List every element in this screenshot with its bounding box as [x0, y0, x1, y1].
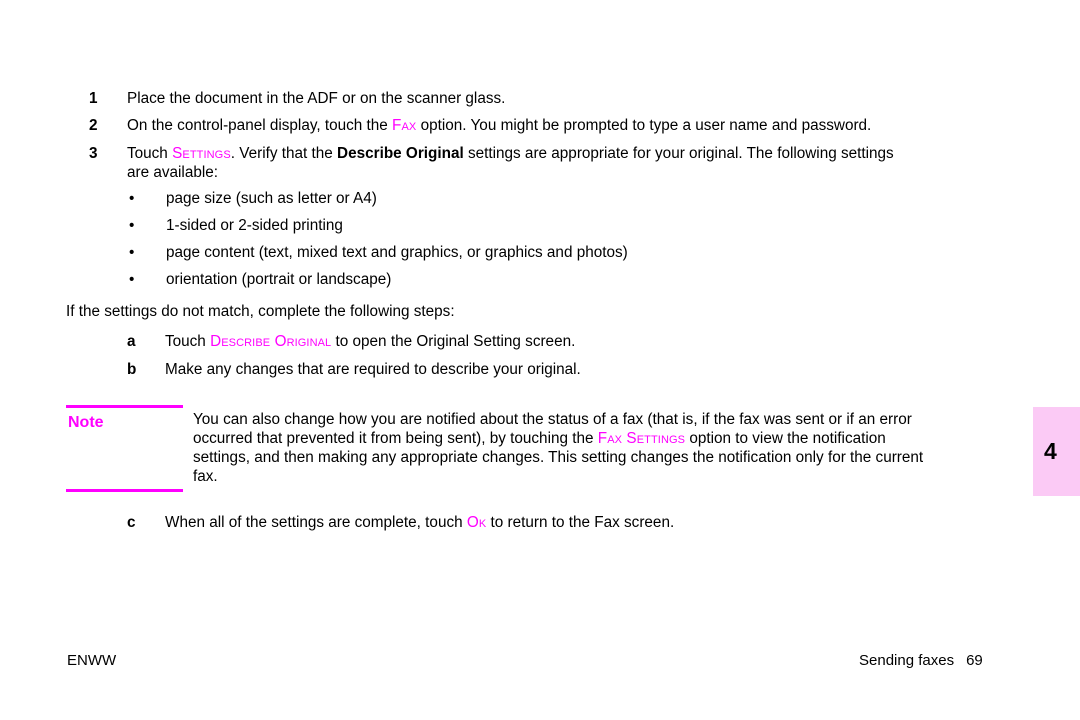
substep-c-marker: c [127, 514, 136, 531]
note-line-2: occurred that prevented it from being se… [193, 429, 1080, 448]
step-3-text-line2: are available: [127, 164, 218, 181]
list-item: • page content (text, mixed text and gra… [0, 243, 1010, 262]
fax-control-label[interactable]: Fax [392, 117, 416, 134]
settings-bullet-list: • page size (such as letter or A4) • 1-s… [0, 189, 1010, 289]
list-item: • orientation (portrait or landscape) [0, 270, 1010, 289]
substep-a: a Touch Describe Original to open the Or… [0, 332, 1080, 351]
substep-a-text-after: to open the Original Setting screen. [331, 333, 576, 350]
substep-b-text: Make any changes that are required to de… [165, 361, 581, 378]
fax-settings-control-label[interactable]: Fax Settings [598, 430, 685, 447]
note-line-2-after: option to view the notification [685, 430, 886, 447]
list-item-label: 1-sided or 2-sided printing [166, 217, 343, 234]
substep-c-text-before: When all of the settings are complete, t… [165, 514, 467, 531]
note-callout: Note You can also change how you are not… [0, 405, 1080, 492]
note-rule-top [66, 405, 183, 408]
page-footer: ENWW Sending faxes 69 [0, 649, 1080, 673]
list-item-label: orientation (portrait or landscape) [166, 271, 392, 288]
step-3-text-mid: . Verify that the [230, 145, 338, 162]
substep-a-marker: a [127, 333, 136, 350]
describe-original-control-label[interactable]: Describe Original [210, 333, 331, 350]
substep-c-text: When all of the settings are complete, t… [165, 514, 674, 531]
footer-page-number: 69 [966, 652, 983, 669]
step-2-text: On the control-panel display, touch the … [127, 116, 1080, 135]
settings-control-label[interactable]: Settings [172, 145, 231, 162]
step-2-marker: 2 [89, 117, 98, 134]
step-1-marker: 1 [89, 90, 98, 107]
continuation-paragraph: If the settings do not match, complete t… [66, 303, 455, 320]
note-line-2-before: occurred that prevented it from being se… [193, 430, 598, 447]
step-3-text-before: Touch [127, 145, 173, 162]
bullet-icon: • [129, 217, 135, 234]
step-3: 3 Touch Settings. Verify that the Descri… [0, 144, 1080, 182]
note-line-4: fax. [193, 468, 218, 485]
substep-b-marker: b [127, 361, 137, 378]
note-line-3: settings, and then making any appropriat… [193, 449, 924, 466]
step-1: 1 Place the document in the ADF or on th… [0, 89, 1080, 108]
substep-b: b Make any changes that are required to … [0, 360, 1080, 379]
substep-a-text-before: Touch [165, 333, 211, 350]
step-3-text-after: settings are appropriate for your origin… [463, 145, 894, 162]
step-3-marker: 3 [89, 145, 98, 162]
ok-control-label[interactable]: Ok [467, 514, 486, 531]
list-item-label: page content (text, mixed text and graph… [166, 244, 628, 261]
substep-c-text-after: to return to the Fax screen. [486, 514, 675, 531]
substep-c: c When all of the settings are complete,… [0, 513, 1080, 532]
manual-page: 4 1 Place the document in the ADF or on … [0, 0, 1080, 720]
bullet-icon: • [129, 190, 135, 207]
step-3-text: Touch Settings. Verify that the Describe… [127, 144, 1080, 163]
note-body: You can also change how you are notified… [0, 405, 1080, 492]
note-rule-bottom [66, 489, 183, 492]
footer-locale-code: ENWW [67, 652, 117, 669]
step-1-text: Place the document in the ADF or on the … [127, 90, 506, 107]
note-label: Note [68, 414, 104, 431]
list-item: • page size (such as letter or A4) [0, 189, 1010, 208]
step-2: 2 On the control-panel display, touch th… [0, 116, 1080, 135]
substep-a-text: Touch Describe Original to open the Orig… [165, 333, 575, 350]
step-2-text-after: option. You might be prompted to type a … [416, 117, 872, 134]
footer-section: Sending faxes 69 [859, 649, 983, 673]
describe-original-term: Describe Original [337, 145, 464, 162]
step-2-text-before: On the control-panel display, touch the [127, 117, 393, 134]
bullet-icon: • [129, 244, 135, 261]
note-line-1: You can also change how you are notified… [193, 411, 912, 428]
bullet-icon: • [129, 271, 135, 288]
footer-section-title: Sending faxes [859, 652, 955, 669]
list-item-label: page size (such as letter or A4) [166, 190, 377, 207]
list-item: • 1-sided or 2-sided printing [0, 216, 1010, 235]
